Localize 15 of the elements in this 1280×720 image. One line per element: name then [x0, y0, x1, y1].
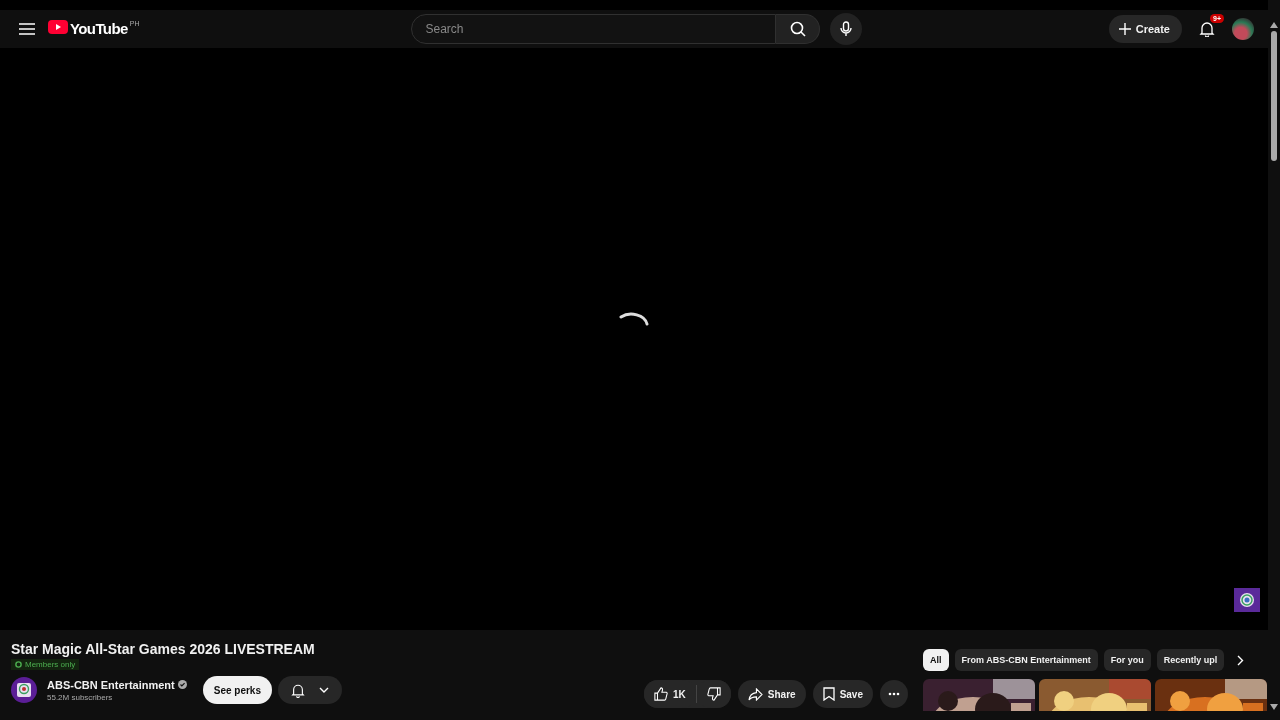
- filter-chip[interactable]: All: [923, 649, 949, 671]
- create-button[interactable]: Create: [1108, 15, 1182, 43]
- video-title: Star Magic All-Star Games 2026 LIVESTREAM: [11, 641, 316, 657]
- filter-chip[interactable]: Recently upl: [1156, 649, 1225, 671]
- see-perks-button[interactable]: See perks: [202, 676, 272, 704]
- search-input[interactable]: Search: [423, 21, 776, 37]
- filter-chip[interactable]: For you: [1103, 649, 1151, 671]
- save-button[interactable]: Save: [812, 680, 873, 708]
- channel-name[interactable]: ABS-CBN Entertainment: [47, 678, 175, 691]
- share-button[interactable]: Share: [737, 680, 806, 708]
- search-field[interactable]: Search: [411, 14, 777, 44]
- subscriber-count: 55.2M subscribers: [47, 692, 114, 702]
- logo-text[interactable]: YouTube: [70, 20, 128, 38]
- members-only-badge: Members only: [11, 659, 80, 670]
- filter-chip[interactable]: From ABS-CBN Entertainment: [954, 649, 1098, 671]
